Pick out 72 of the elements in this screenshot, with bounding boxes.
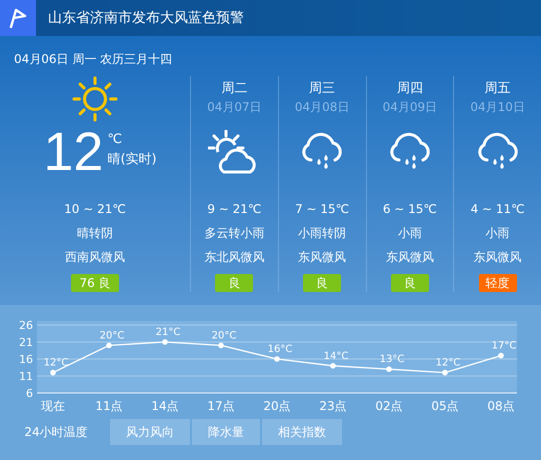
time-label: 23点 bbox=[319, 399, 347, 413]
value-label: 16°C bbox=[268, 344, 292, 355]
temperature-range: 10 ~ 21℃ bbox=[64, 201, 126, 218]
axis-tick-label: 16 bbox=[19, 353, 33, 366]
time-label: 11点 bbox=[95, 399, 123, 413]
data-point bbox=[162, 339, 168, 345]
value-label: 12°C bbox=[436, 358, 460, 369]
wind-description: 东风微风 bbox=[298, 249, 346, 266]
wind-description: 东北风微风 bbox=[204, 249, 264, 266]
value-label: 20°C bbox=[100, 330, 124, 342]
weather-description: 小雨 bbox=[486, 225, 510, 242]
weather-description: 小雨转阴 bbox=[298, 225, 346, 242]
chart-tab[interactable]: 相关指数 bbox=[262, 419, 342, 445]
air-quality-badge: 良 bbox=[215, 274, 254, 292]
value-label: 21°C bbox=[156, 327, 180, 338]
time-label: 20点 bbox=[263, 399, 291, 413]
data-point bbox=[274, 356, 280, 362]
time-label: 05点 bbox=[431, 399, 459, 413]
temperature-unit: ℃ bbox=[107, 131, 124, 149]
data-point bbox=[106, 342, 112, 348]
value-label: 13°C bbox=[380, 354, 404, 366]
axis-tick-label: 21 bbox=[19, 336, 33, 349]
axis-tick-label: 26 bbox=[19, 319, 33, 332]
chart-tab[interactable]: 风力风向 bbox=[110, 419, 190, 445]
date-label: 04月09日 bbox=[382, 99, 438, 116]
wind-description: 东风微风 bbox=[386, 249, 434, 266]
time-label: 02点 bbox=[375, 399, 403, 413]
data-point bbox=[218, 342, 224, 348]
weather-description: 多云转小雨 bbox=[204, 225, 264, 242]
date-line: 04月06日 周一 农历三月十四 bbox=[14, 51, 172, 68]
weekday-label: 周五 bbox=[484, 80, 511, 98]
temperature-range: 9 ~ 21℃ bbox=[207, 201, 262, 218]
date-label: 04月08日 bbox=[294, 99, 350, 116]
air-quality-badge: 轻度 bbox=[478, 274, 517, 292]
air-quality-badge: 76 良 bbox=[71, 274, 119, 292]
data-point bbox=[442, 370, 448, 376]
date-label: 04月10日 bbox=[470, 99, 525, 116]
axis-tick-label: 11 bbox=[19, 370, 33, 383]
weather-description: 晴转阴 bbox=[77, 225, 113, 242]
value-label: 12°C bbox=[44, 358, 68, 369]
time-label: 17点 bbox=[207, 399, 235, 413]
flag-icon bbox=[9, 8, 27, 28]
date-label: 04月07日 bbox=[207, 99, 262, 116]
wind-description: 东风微风 bbox=[474, 249, 522, 266]
alert-title: 山东省济南市发布大风蓝色预警 bbox=[48, 9, 244, 27]
chart-tab[interactable]: 降水量 bbox=[192, 419, 260, 445]
axis-tick-label: 6 bbox=[26, 387, 33, 400]
time-label: 现在 bbox=[41, 399, 65, 413]
data-point bbox=[386, 366, 392, 372]
weekday-label: 周四 bbox=[396, 80, 423, 98]
current-temperature: 12 bbox=[43, 124, 104, 180]
data-point bbox=[50, 370, 56, 376]
temperature-range: 6 ~ 15℃ bbox=[382, 201, 437, 218]
time-label: 08点 bbox=[487, 399, 515, 413]
value-label: 20°C bbox=[212, 330, 236, 342]
weekday-label: 周三 bbox=[309, 80, 336, 98]
temperature-range: 4 ~ 11℃ bbox=[470, 201, 525, 218]
value-label: 14°C bbox=[324, 350, 348, 362]
value-label: 17°C bbox=[492, 340, 516, 352]
sun-icon bbox=[72, 76, 118, 122]
time-label: 14点 bbox=[151, 399, 179, 413]
data-point bbox=[498, 352, 504, 358]
current-condition: 晴(实时) bbox=[107, 151, 157, 169]
weather-description: 小雨 bbox=[398, 225, 422, 242]
data-point bbox=[330, 363, 336, 369]
air-quality-badge: 良 bbox=[303, 274, 342, 292]
chart-tab[interactable]: 24小时温度 bbox=[4, 419, 108, 445]
temperature-range: 7 ~ 15℃ bbox=[295, 201, 350, 218]
air-quality-badge: 良 bbox=[390, 274, 429, 292]
wind-description: 西南风微风 bbox=[65, 249, 125, 266]
weekday-label: 周二 bbox=[221, 80, 248, 98]
alert-bar[interactable]: 山东省济南市发布大风蓝色预警 bbox=[0, 0, 541, 36]
